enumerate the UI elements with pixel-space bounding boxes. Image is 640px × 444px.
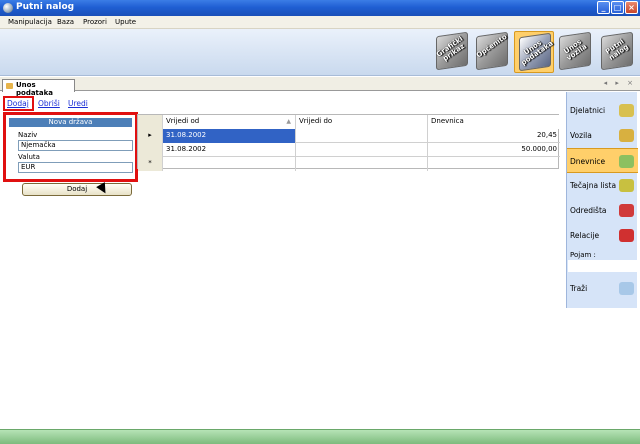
folder-icon: [6, 83, 13, 89]
column-header-label: Vrijedi od: [166, 117, 200, 125]
nav-item-tecajna-lista[interactable]: Tečajna lista: [567, 173, 638, 198]
nav-item-odredista[interactable]: Odredišta: [567, 198, 638, 223]
table-cell[interactable]: [296, 129, 428, 143]
column-header-vrijedi-od[interactable]: Vrijedi od ▲: [163, 115, 296, 129]
sort-icon: ▲: [286, 118, 291, 125]
unos-podataka-button[interactable]: Unos podataka: [514, 31, 555, 73]
data-grid[interactable]: Vrijedi od ▲ Vrijedi do Dnevnica ▸ 31.08…: [137, 114, 560, 171]
search-input[interactable]: [568, 260, 637, 272]
exchange-icon: [619, 179, 634, 192]
add-link[interactable]: Dodaj: [7, 99, 29, 108]
table-cell[interactable]: 20,45: [428, 129, 560, 143]
toolbar: Grafički prikaz Općenito Unos podataka U…: [0, 29, 640, 76]
window-title: Putni nalog: [16, 2, 75, 12]
name-field[interactable]: Njemačka: [18, 140, 133, 151]
nav-item-label: Tečajna lista: [570, 181, 617, 190]
nav-item-label: Odredišta: [570, 206, 607, 215]
column-header-dnevnica[interactable]: Dnevnica: [428, 115, 560, 129]
table-cell[interactable]: 50.000,00: [428, 143, 560, 157]
maximize-button[interactable]: □: [611, 1, 624, 14]
nav-item-label: Vozila: [570, 131, 592, 140]
submit-button[interactable]: Dodaj: [22, 183, 132, 196]
money-icon: [619, 155, 634, 168]
delete-link[interactable]: Obriši: [38, 99, 60, 108]
nav-item-dnevnice[interactable]: Dnevnice: [567, 148, 638, 173]
nav-item-label: Relacije: [570, 231, 600, 240]
putni-nalog-button[interactable]: Putni nalog: [597, 31, 637, 73]
nav-item-vozila[interactable]: Vozila: [567, 123, 638, 148]
current-row-marker: ▸: [138, 129, 163, 143]
table-row[interactable]: ▸ 31.08.2002 20,45: [138, 129, 560, 143]
menu-item-manipulacija[interactable]: Manipulacija: [8, 18, 52, 26]
document-tab-strip: Unos podataka ◂ ▸ ×: [0, 77, 640, 97]
nav-item-label: Dnevnice: [570, 157, 606, 166]
opcenito-button[interactable]: Općenito: [472, 31, 512, 73]
search-button-label: Traži: [570, 284, 588, 293]
row-header-cell: [138, 143, 163, 157]
nav-item-djelatnici[interactable]: Djelatnici: [567, 98, 638, 123]
currency-label: Valuta: [18, 153, 40, 161]
minimize-button[interactable]: _: [597, 1, 610, 14]
destination-icon: [619, 204, 634, 217]
search-button[interactable]: Traži: [567, 276, 638, 301]
nav-item-relacije[interactable]: Relacije: [567, 223, 638, 248]
close-button[interactable]: ×: [625, 1, 638, 14]
name-label: Naziv: [18, 131, 38, 139]
menu-item-baza[interactable]: Baza: [57, 18, 74, 26]
route-icon: [619, 229, 634, 242]
table-cell[interactable]: 31.08.2002: [163, 143, 296, 157]
table-row[interactable]: 31.08.2002 50.000,00: [138, 143, 560, 157]
form-header: Nova država: [9, 118, 132, 127]
column-header-vrijedi-do[interactable]: Vrijedi do: [296, 115, 428, 129]
menu-item-prozori[interactable]: Prozori: [83, 18, 107, 26]
tab-strip-controls[interactable]: ◂ ▸ ×: [604, 79, 636, 87]
search-label: Pojam :: [570, 251, 596, 259]
table-cell[interactable]: [428, 157, 560, 171]
right-nav-panel: Djelatnici Vozila Dnevnice Tečajna lista…: [566, 92, 638, 308]
menu-item-upute[interactable]: Upute: [115, 18, 136, 26]
vehicle-icon: [619, 129, 634, 142]
table-cell[interactable]: 31.08.2002: [163, 129, 296, 143]
nav-item-label: Djelatnici: [570, 106, 606, 115]
new-country-form: Nova država Naziv Njemačka Valuta EUR Do…: [3, 112, 138, 196]
table-cell[interactable]: [163, 157, 296, 171]
currency-field[interactable]: EUR: [18, 162, 133, 173]
title-bar: Putni nalog _ □ ×: [0, 0, 640, 16]
new-row[interactable]: *: [138, 157, 560, 171]
menu-bar: Manipulacija Baza Prozori Upute: [0, 16, 640, 29]
graficki-prikaz-button[interactable]: Grafički prikaz: [432, 31, 472, 73]
table-cell[interactable]: [296, 157, 428, 171]
unos-vozila-button[interactable]: Unos vozila: [555, 31, 595, 73]
status-bar: [0, 429, 640, 444]
grid-header-row: Vrijedi od ▲ Vrijedi do Dnevnica: [138, 115, 560, 129]
table-cell[interactable]: [296, 143, 428, 157]
search-icon: [619, 282, 634, 295]
tab-label: Unos podataka: [16, 81, 54, 97]
tab-unos-podataka[interactable]: Unos podataka: [2, 79, 75, 97]
people-icon: [619, 104, 634, 117]
edit-link[interactable]: Uredi: [68, 99, 88, 108]
new-row-marker: *: [138, 157, 163, 171]
row-header-cell: [138, 115, 163, 129]
app-icon: [3, 3, 13, 13]
